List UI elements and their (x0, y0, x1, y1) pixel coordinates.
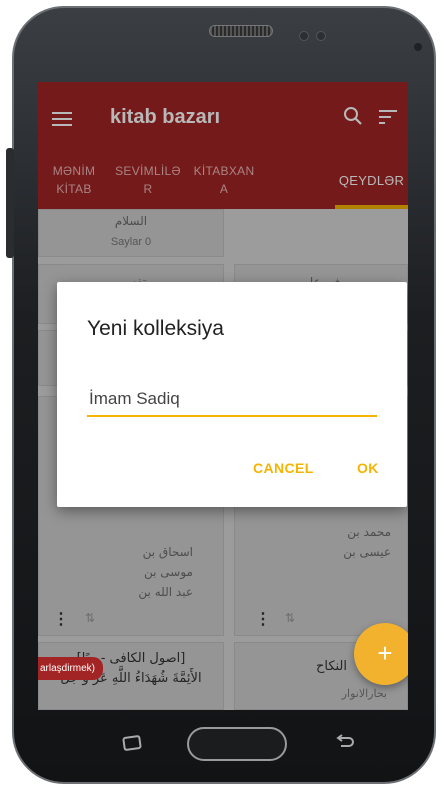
side-button (6, 148, 14, 258)
ok-button[interactable]: OK (357, 460, 379, 476)
front-camera (316, 31, 326, 41)
screen: kitab bazarı MƏNİM KİTAB SEVİMLİLƏ R KİT… (38, 82, 408, 710)
speaker-grille (209, 25, 273, 37)
cancel-button[interactable]: CANCEL (253, 460, 314, 476)
proximity-sensor (414, 43, 422, 51)
add-fab-button[interactable]: + (354, 623, 408, 685)
hint-badge: arlaşdirmek) (38, 657, 104, 680)
navigation-bar (38, 710, 408, 761)
home-button[interactable] (187, 727, 287, 761)
collection-name-input[interactable] (87, 383, 377, 417)
dialog-title: Yeni kolleksiya (87, 317, 224, 340)
new-collection-dialog: Yeni kolleksiya CANCEL OK (57, 282, 407, 507)
recent-apps-icon[interactable] (122, 734, 142, 752)
back-icon[interactable] (335, 734, 355, 750)
sensor (299, 31, 309, 41)
plus-icon: + (377, 638, 393, 668)
